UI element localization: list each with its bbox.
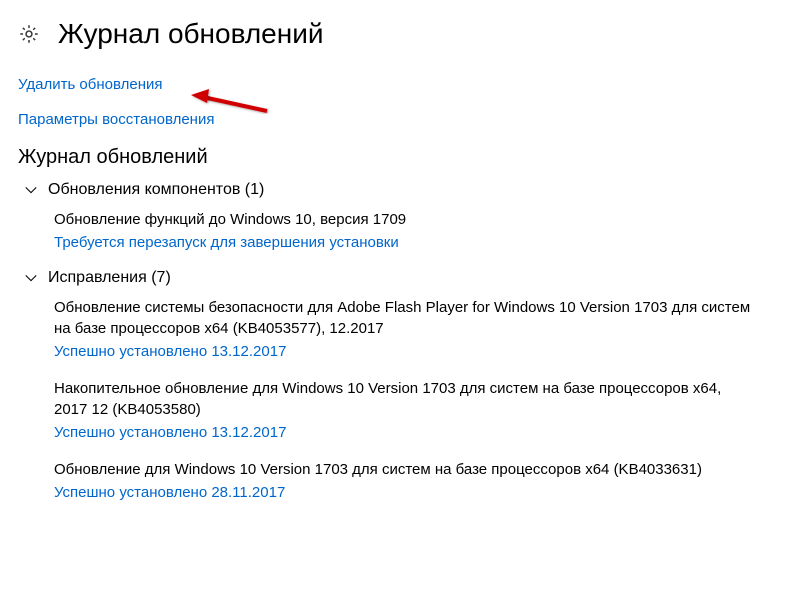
history-section-title: Журнал обновлений [18,146,786,169]
chevron-down-icon [24,183,38,197]
group-header-fixes[interactable]: Исправления (7) [18,269,786,287]
update-status[interactable]: Успешно установлено 13.12.2017 [54,424,758,441]
update-item: Накопительное обновление для Windows 10 … [18,378,758,441]
gear-icon [18,23,40,45]
update-title: Накопительное обновление для Windows 10 … [54,378,758,420]
update-item: Обновление для Windows 10 Version 1703 д… [18,459,758,501]
action-links: Удалить обновления Параметры восстановле… [18,76,786,128]
group-label: Исправления (7) [48,269,171,287]
update-title: Обновление для Windows 10 Version 1703 д… [54,459,758,480]
update-status[interactable]: Требуется перезапуск для завершения уста… [54,234,758,251]
update-title: Обновление системы безопасности для Adob… [54,297,758,339]
update-status[interactable]: Успешно установлено 13.12.2017 [54,343,758,360]
page-header: Журнал обновлений [18,18,786,50]
group-quality-updates: Исправления (7) Обновление системы безоп… [18,269,786,501]
update-title: Обновление функций до Windows 10, версия… [54,209,758,230]
recovery-options-link[interactable]: Параметры восстановления [18,111,214,128]
group-header-feature[interactable]: Обновления компонентов (1) [18,181,786,199]
group-label: Обновления компонентов (1) [48,181,264,199]
group-feature-updates: Обновления компонентов (1) Обновление фу… [18,181,786,251]
update-status[interactable]: Успешно установлено 28.11.2017 [54,484,758,501]
chevron-down-icon [24,271,38,285]
update-item: Обновление системы безопасности для Adob… [18,297,758,360]
update-item: Обновление функций до Windows 10, версия… [18,209,758,251]
uninstall-updates-link[interactable]: Удалить обновления [18,76,163,93]
page-title: Журнал обновлений [58,18,323,50]
